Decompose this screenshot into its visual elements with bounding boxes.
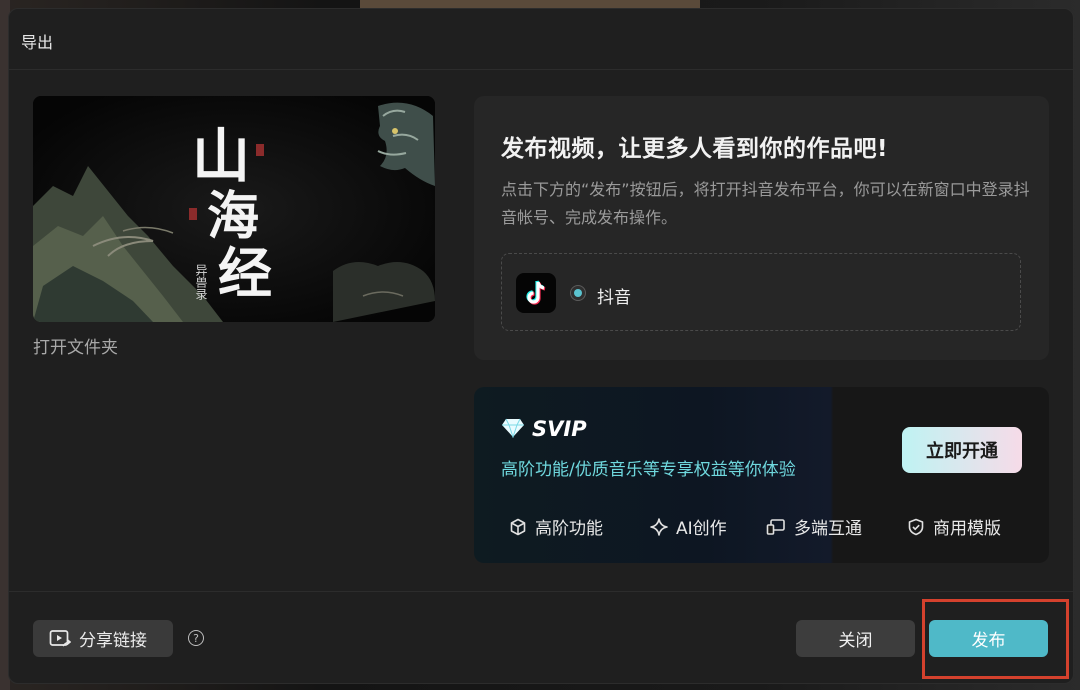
- thumbnail-art: 山 海 经 异兽录: [33, 96, 435, 322]
- dialog-titlebar: 导出: [9, 9, 1073, 70]
- svg-text:经: 经: [218, 241, 272, 305]
- platform-option-douyin[interactable]: 抖音: [501, 253, 1021, 331]
- share-link-label: 分享链接: [79, 631, 147, 651]
- svip-title: SVIP: [532, 417, 587, 441]
- svip-open-button[interactable]: 立即开通: [902, 427, 1022, 473]
- svip-feature-advanced: 高阶功能: [509, 514, 603, 539]
- publish-card: 发布视频，让更多人看到你的作品吧! 点击下方的“发布”按钮后，将打开抖音发布平台…: [474, 96, 1049, 360]
- svip-feature-ai: AI创作: [650, 514, 727, 539]
- publish-highlight-box: [922, 599, 1069, 679]
- feature-label: 商用模版: [933, 519, 1001, 539]
- cube-icon: [509, 518, 527, 536]
- svip-subtitle: 高阶功能/优质音乐等专享权益等你体验: [501, 460, 796, 480]
- share-link-button[interactable]: 分享链接: [33, 620, 173, 657]
- platform-label: 抖音: [597, 288, 631, 308]
- help-icon[interactable]: ?: [188, 630, 204, 646]
- feature-label: 高阶功能: [535, 519, 603, 539]
- publish-description: 点击下方的“发布”按钮后，将打开抖音发布平台，你可以在新窗口中登录抖音帐号、完成…: [501, 180, 1030, 227]
- close-button[interactable]: 关闭: [796, 620, 915, 657]
- platform-radio[interactable]: [570, 285, 586, 301]
- video-thumbnail[interactable]: 山 海 经 异兽录: [33, 96, 435, 322]
- shield-check-icon: [907, 518, 925, 536]
- svg-text:海: 海: [207, 186, 259, 247]
- sparkle-icon: [650, 517, 668, 536]
- svip-promo-card: SVIP 高阶功能/优质音乐等专享权益等你体验 立即开通 高阶功能 AI创作 多…: [474, 387, 1049, 563]
- feature-label: AI创作: [676, 519, 727, 539]
- devices-icon: [766, 518, 786, 536]
- svip-feature-multidevice: 多端互通: [766, 514, 862, 539]
- thumbnail-subtitle: 异兽录: [194, 264, 208, 300]
- dialog-title: 导出: [21, 33, 54, 52]
- tiktok-logo-icon: [516, 273, 556, 313]
- export-dialog: 导出 山 海 经 异兽录 打开文件夹 发布视频，让更多人看到你的作品吧! 点击下…: [8, 8, 1074, 684]
- diamond-icon: [501, 418, 525, 442]
- thumbnail-title: 山: [192, 122, 250, 190]
- svip-feature-commercial: 商用模版: [907, 514, 1001, 539]
- publish-heading: 发布视频，让更多人看到你的作品吧!: [501, 136, 888, 162]
- dialog-footer: 分享链接 ? 关闭 发布: [9, 591, 1073, 683]
- open-folder-link[interactable]: 打开文件夹: [33, 333, 118, 358]
- share-video-icon: [49, 629, 71, 649]
- feature-label: 多端互通: [794, 519, 862, 539]
